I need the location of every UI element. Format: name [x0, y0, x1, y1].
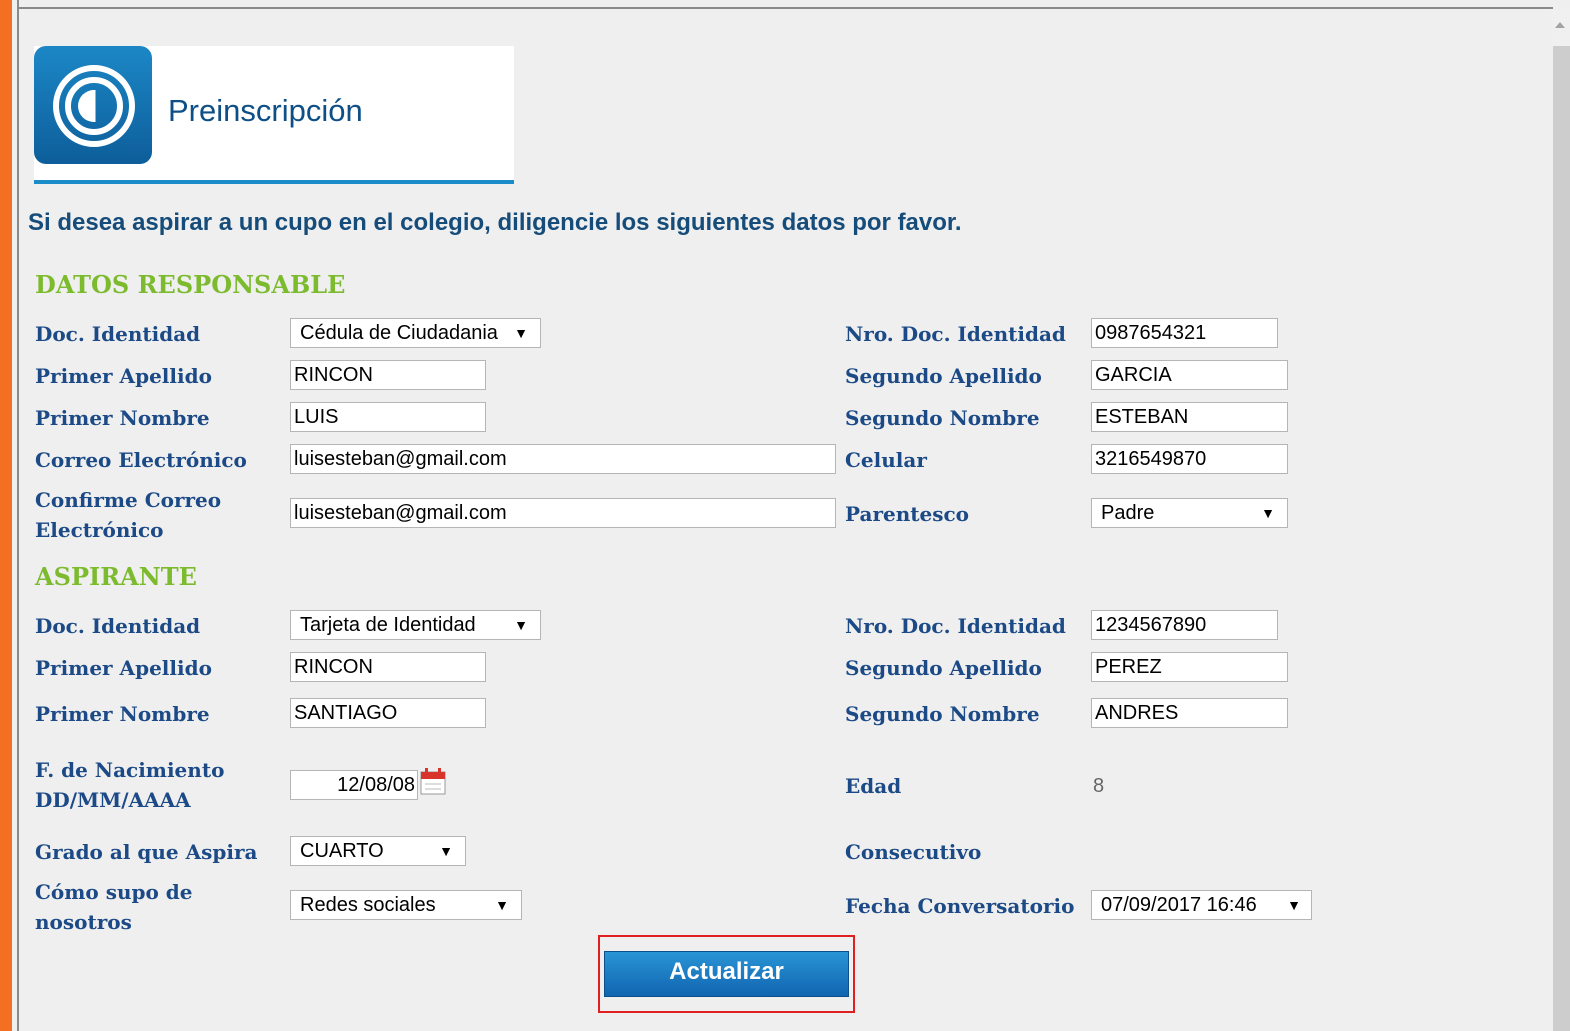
- scroll-up-icon[interactable]: [1555, 22, 1565, 28]
- email-field[interactable]: luisesteban@gmail.com: [290, 444, 836, 474]
- primer-apellido-input[interactable]: RINCON: [290, 360, 486, 390]
- chevron-down-icon: ▼: [495, 897, 509, 913]
- label-primer-nombre: Primer Nombre: [35, 406, 210, 430]
- aspirante-nro-doc-input[interactable]: 1234567890: [1091, 610, 1278, 640]
- scrollbar-thumb[interactable]: [1553, 46, 1570, 1031]
- confirm-email-field[interactable]: luisesteban@gmail.com: [290, 498, 836, 528]
- label-confirme-correo-1: Confirme Correo: [35, 488, 222, 512]
- label-aspirante-nro-doc: Nro. Doc. Identidad: [845, 614, 1066, 638]
- aspirante-primer-apellido-input[interactable]: RINCON: [290, 652, 486, 682]
- label-como-supo-2: nosotros: [35, 910, 132, 934]
- parentesco-select[interactable]: Padre ▼: [1091, 498, 1288, 528]
- label-aspirante-segundo-nombre: Segundo Nombre: [845, 702, 1040, 726]
- label-nro-doc: Nro. Doc. Identidad: [845, 322, 1066, 346]
- label-fecha-nacimiento-2: DD/MM/AAAA: [35, 788, 191, 812]
- segundo-nombre-input[interactable]: ESTEBAN: [1091, 402, 1288, 432]
- label-como-supo-1: Cómo supo de: [35, 880, 193, 904]
- aspirante-doc-identidad-select[interactable]: Tarjeta de Identidad ▼: [290, 610, 541, 640]
- chevron-down-icon: ▼: [514, 325, 528, 341]
- nro-doc-input[interactable]: 0987654321: [1091, 318, 1278, 348]
- intro-text: Si desea aspirar a un cupo en el colegio…: [28, 209, 962, 236]
- label-edad: Edad: [845, 774, 902, 798]
- celular-input[interactable]: 3216549870: [1091, 444, 1288, 474]
- primer-nombre-input[interactable]: LUIS: [290, 402, 486, 432]
- aspirante-primer-nombre-input[interactable]: SANTIAGO: [290, 698, 486, 728]
- segundo-apellido-input[interactable]: GARCIA: [1091, 360, 1288, 390]
- label-primer-apellido: Primer Apellido: [35, 364, 212, 388]
- calendar-icon[interactable]: [419, 766, 447, 796]
- como-supo-select[interactable]: Redes sociales ▼: [290, 890, 522, 920]
- chevron-down-icon: ▼: [514, 617, 528, 633]
- label-aspirante-doc-identidad: Doc. Identidad: [35, 614, 201, 638]
- section-title-responsable: DATOS RESPONSABLE: [35, 270, 346, 299]
- left-accent-bar: [0, 0, 12, 1031]
- grado-select[interactable]: CUARTO ▼: [290, 836, 466, 866]
- header-underline: [34, 180, 514, 184]
- label-segundo-nombre: Segundo Nombre: [845, 406, 1040, 430]
- chevron-down-icon: ▼: [1261, 505, 1275, 521]
- label-doc-identidad: Doc. Identidad: [35, 322, 201, 346]
- section-title-aspirante: ASPIRANTE: [35, 562, 197, 591]
- label-aspirante-primer-apellido: Primer Apellido: [35, 656, 212, 680]
- fecha-nacimiento-input[interactable]: 12/08/08: [290, 770, 418, 800]
- label-aspirante-segundo-apellido: Segundo Apellido: [845, 656, 1042, 680]
- edad-value: 8: [1093, 775, 1105, 797]
- update-button[interactable]: Actualizar: [604, 951, 849, 997]
- chevron-down-icon: ▼: [439, 843, 453, 859]
- label-aspirante-primer-nombre: Primer Nombre: [35, 702, 210, 726]
- frame-border: [17, 0, 19, 1031]
- chevron-down-icon: ▼: [1287, 897, 1301, 913]
- aspirante-segundo-nombre-input[interactable]: ANDRES: [1091, 698, 1288, 728]
- label-fecha-conversatorio: Fecha Conversatorio: [845, 894, 1075, 918]
- label-fecha-nacimiento-1: F. de Nacimiento: [35, 758, 225, 782]
- label-confirme-correo-2: Electrónico: [35, 518, 164, 542]
- page-title: Preinscripción: [168, 93, 363, 128]
- frame-border-top: [17, 7, 1553, 9]
- label-parentesco: Parentesco: [845, 502, 970, 526]
- fecha-conversatorio-select[interactable]: 07/09/2017 16:46 ▼: [1091, 890, 1312, 920]
- aspirante-segundo-apellido-input[interactable]: PEREZ: [1091, 652, 1288, 682]
- doc-identidad-select[interactable]: Cédula de Ciudadania ▼: [290, 318, 541, 348]
- label-segundo-apellido: Segundo Apellido: [845, 364, 1042, 388]
- label-celular: Celular: [845, 448, 927, 472]
- logo-icon: [34, 46, 152, 164]
- label-consecutivo: Consecutivo: [845, 840, 982, 864]
- label-correo: Correo Electrónico: [35, 448, 247, 472]
- label-grado: Grado al que Aspira: [35, 840, 258, 864]
